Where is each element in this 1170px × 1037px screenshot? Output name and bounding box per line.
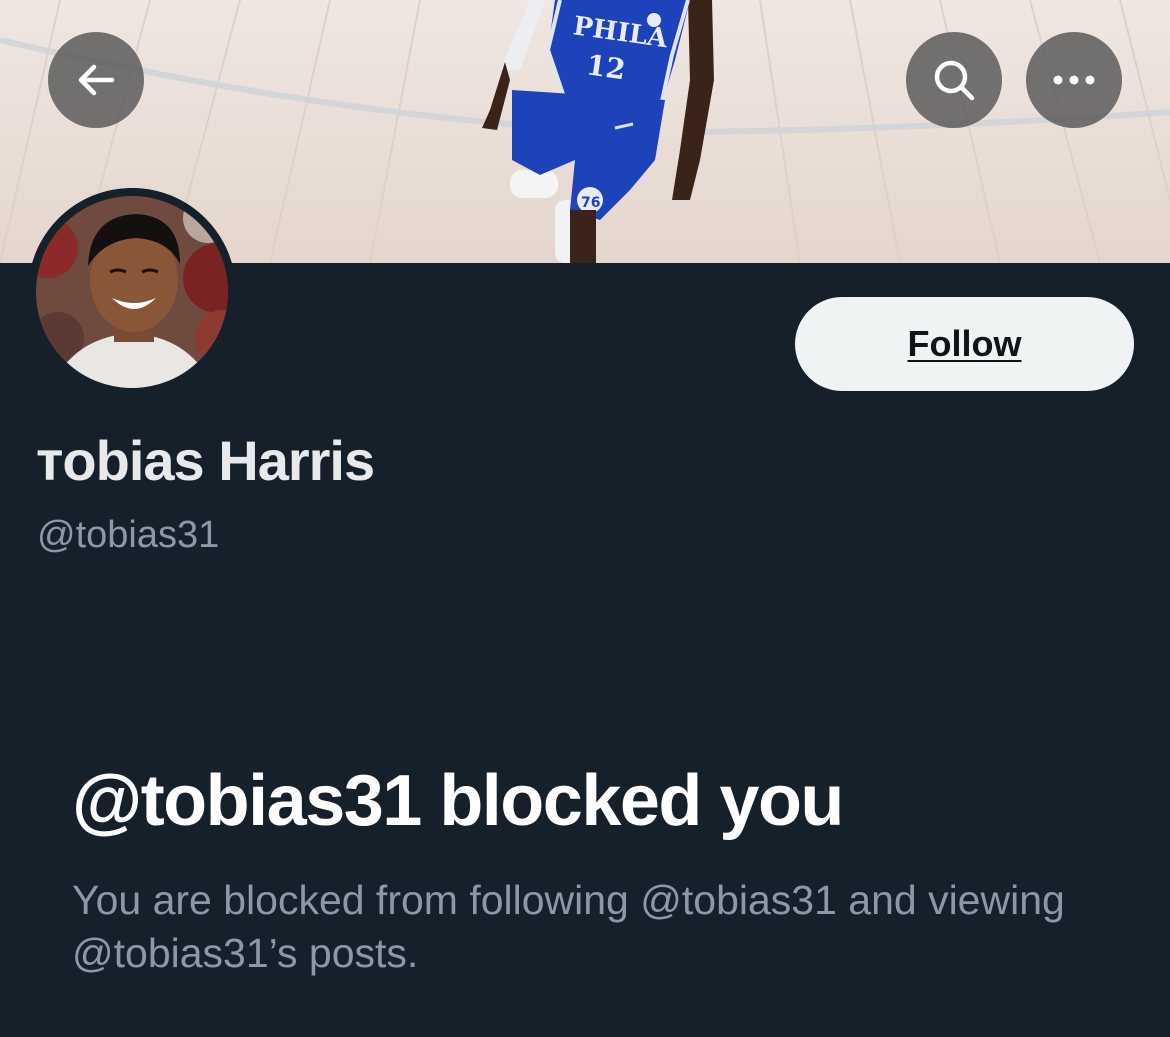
back-button[interactable]: [48, 32, 144, 128]
follow-label: Follow: [907, 323, 1022, 364]
shorts-logo: 76: [581, 195, 600, 211]
more-horizontal-icon: [1053, 75, 1095, 85]
display-name: ᴛobias Harris: [36, 429, 375, 492]
arrow-left-icon: [78, 64, 115, 96]
avatar-image: [28, 188, 236, 396]
follow-button[interactable]: Follow: [795, 297, 1134, 391]
search-button[interactable]: [906, 32, 1002, 128]
search-icon: [934, 60, 975, 101]
jersey-number: 12: [584, 48, 627, 86]
blocked-description: You are blocked from following @tobias31…: [72, 877, 1065, 976]
blocked-title: @tobias31 blocked you: [72, 761, 844, 841]
profile-handle: @tobias31: [37, 514, 220, 556]
more-button[interactable]: [1026, 32, 1122, 128]
avatar[interactable]: [28, 188, 236, 396]
profile-page: PHILA 12 76 Follow ᴛobias Harris @tobias…: [0, 0, 1170, 1037]
